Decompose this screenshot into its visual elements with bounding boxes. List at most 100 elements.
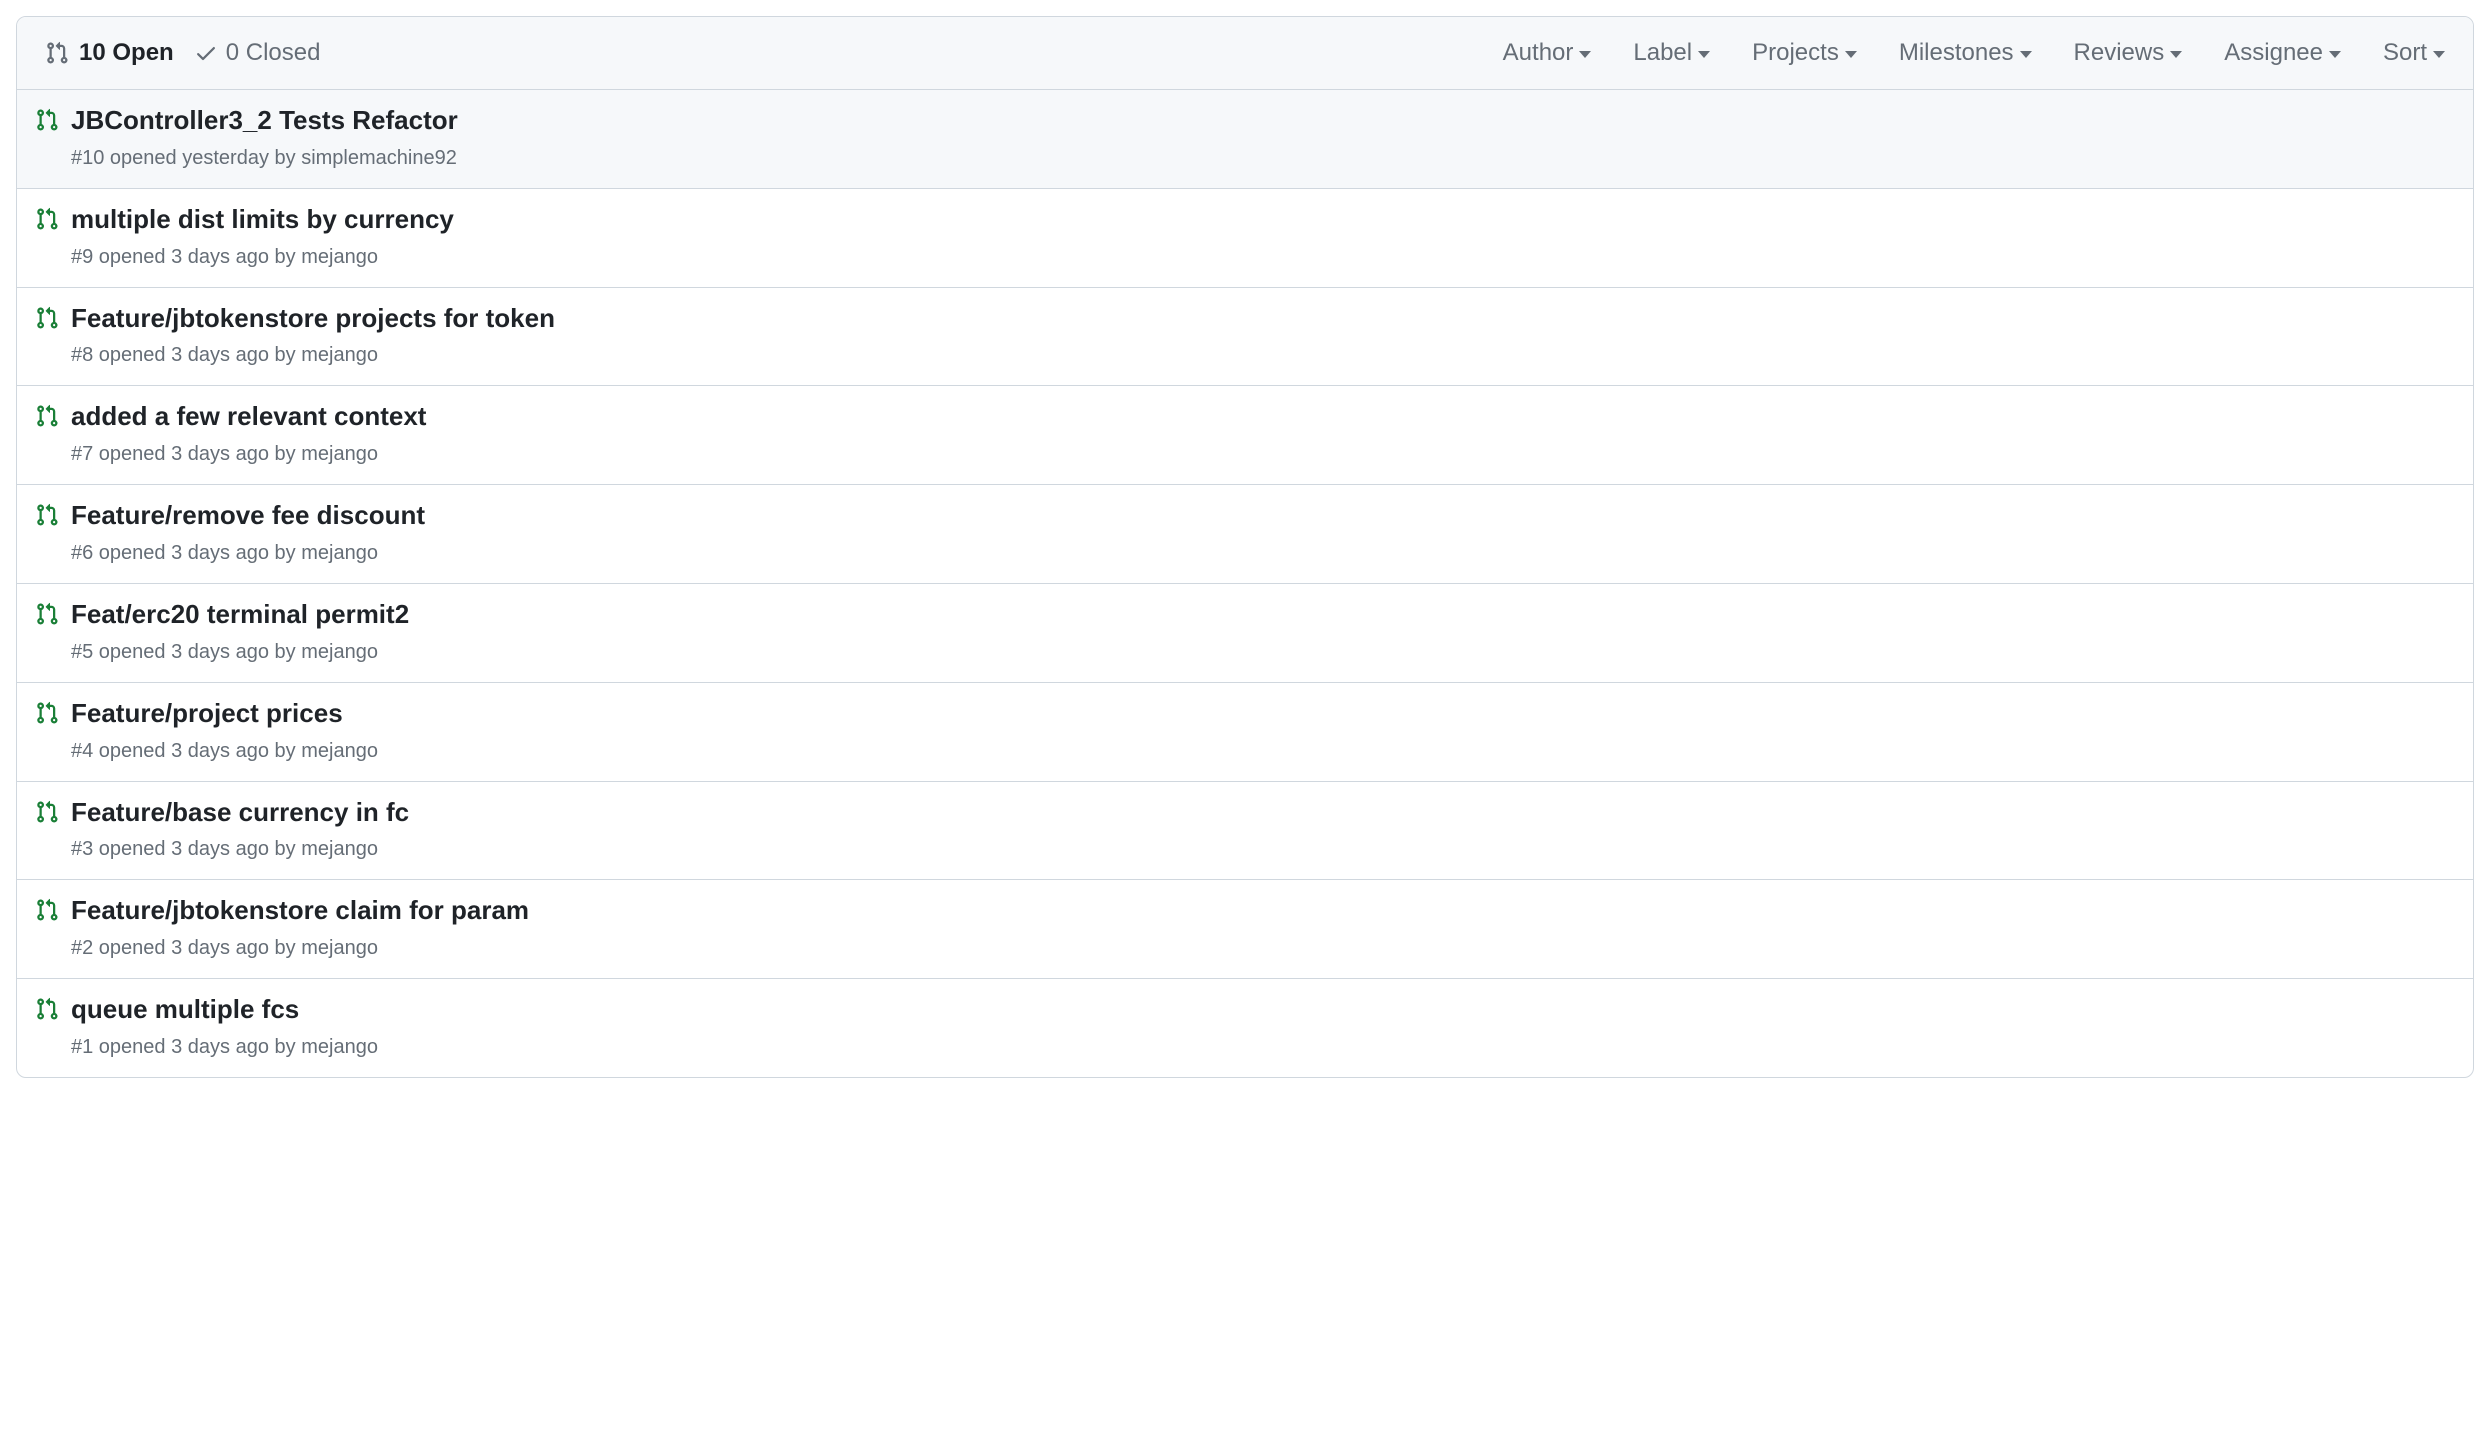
pr-title-link[interactable]: Feat/erc20 terminal permit2: [71, 599, 409, 629]
pr-number: #5: [71, 641, 93, 663]
pull-request-row[interactable]: JBController3_2 Tests Refactor #10 opened…: [17, 90, 2473, 189]
pr-number: #1: [71, 1036, 93, 1058]
pr-time: yesterday: [182, 147, 269, 169]
pr-meta: #8 opened 3 days ago by mejango: [71, 341, 2455, 369]
pr-content: Feature/remove fee discount #6 opened 3 d…: [71, 499, 2455, 567]
pr-status-icon-wrap: [35, 400, 59, 433]
filter-assignee[interactable]: Assignee: [2224, 39, 2341, 67]
pr-meta: #9 opened 3 days ago by mejango: [71, 243, 2455, 271]
pr-title-link[interactable]: queue multiple fcs: [71, 994, 299, 1024]
pull-request-row[interactable]: Feature/remove fee discount #6 opened 3 d…: [17, 485, 2473, 584]
open-prs-link[interactable]: 10 Open: [45, 39, 174, 67]
pr-content: Feature/base currency in fc #3 opened 3 d…: [71, 796, 2455, 864]
caret-down-icon: [2329, 51, 2341, 58]
pull-request-row[interactable]: Feature/project prices#4 opened 3 days a…: [17, 683, 2473, 782]
pull-request-row[interactable]: Feature/jbtokenstore claim for param #2 o…: [17, 880, 2473, 979]
git-pull-request-open-icon: [35, 800, 59, 824]
pull-request-row[interactable]: Feature/base currency in fc #3 opened 3 d…: [17, 782, 2473, 881]
filter-reviews[interactable]: Reviews: [2074, 39, 2183, 67]
pr-status-icon-wrap: [35, 894, 59, 927]
pr-number: #2: [71, 937, 93, 959]
filter-label[interactable]: Label: [1633, 39, 1710, 67]
pull-request-row[interactable]: Feature/jbtokenstore projects for token #…: [17, 288, 2473, 387]
pr-number: #6: [71, 542, 93, 564]
open-count-text: 10 Open: [79, 39, 174, 67]
pr-time: 3 days ago: [171, 542, 269, 564]
pr-status-icon-wrap: [35, 104, 59, 137]
pr-author-link[interactable]: mejango: [301, 937, 378, 959]
pr-time: 3 days ago: [171, 838, 269, 860]
git-pull-request-open-icon: [35, 306, 59, 330]
git-pull-request-open-icon: [35, 701, 59, 725]
pr-meta: #7 opened 3 days ago by mejango: [71, 440, 2455, 468]
filter-projects[interactable]: Projects: [1752, 39, 1857, 67]
caret-down-icon: [1579, 51, 1591, 58]
git-pull-request-open-icon: [35, 207, 59, 231]
caret-down-icon: [1698, 51, 1710, 58]
pr-author-link[interactable]: mejango: [301, 246, 378, 268]
pr-title-link[interactable]: multiple dist limits by currency: [71, 204, 454, 234]
pr-content: JBController3_2 Tests Refactor #10 opened…: [71, 104, 2455, 172]
pr-content: queue multiple fcs #1 opened 3 days ago b…: [71, 993, 2455, 1061]
pr-author-link[interactable]: mejango: [301, 838, 378, 860]
pr-meta: #2 opened 3 days ago by mejango: [71, 934, 2455, 962]
pr-status-icon-wrap: [35, 993, 59, 1026]
check-icon: [194, 41, 218, 65]
pr-author-link[interactable]: mejango: [301, 641, 378, 663]
pr-content: Feature/jbtokenstore projects for token #…: [71, 302, 2455, 370]
pr-time: 3 days ago: [171, 641, 269, 663]
pr-content: Feature/jbtokenstore claim for param #2 o…: [71, 894, 2455, 962]
filter-milestones[interactable]: Milestones: [1899, 39, 2032, 67]
closed-count-text: 0 Closed: [226, 39, 321, 67]
pr-title-link[interactable]: Feature/remove fee discount: [71, 500, 425, 530]
pr-meta: #1 opened 3 days ago by mejango: [71, 1033, 2455, 1061]
pr-time: 3 days ago: [171, 443, 269, 465]
filter-author[interactable]: Author: [1503, 39, 1592, 67]
pr-author-link[interactable]: mejango: [301, 443, 378, 465]
pull-request-row[interactable]: multiple dist limits by currency #9 opene…: [17, 189, 2473, 288]
git-pull-request-open-icon: [35, 503, 59, 527]
pr-time: 3 days ago: [171, 1036, 269, 1058]
pr-meta: #6 opened 3 days ago by mejango: [71, 539, 2455, 567]
pull-request-list: JBController3_2 Tests Refactor #10 opened…: [17, 90, 2473, 1077]
pr-meta: #10 opened yesterday by simplemachine92: [71, 144, 2455, 172]
pr-title-link[interactable]: added a few relevant context: [71, 401, 426, 431]
pr-author-link[interactable]: mejango: [301, 1036, 378, 1058]
pr-number: #10: [71, 147, 104, 169]
caret-down-icon: [2433, 51, 2445, 58]
pr-title-link[interactable]: Feature/jbtokenstore claim for param: [71, 895, 529, 925]
header-states: 10 Open 0 Closed: [45, 39, 320, 67]
pr-time: 3 days ago: [171, 740, 269, 762]
pr-title-link[interactable]: Feature/jbtokenstore projects for token: [71, 303, 555, 333]
pr-author-link[interactable]: mejango: [301, 740, 378, 762]
pr-status-icon-wrap: [35, 796, 59, 829]
pr-author-link[interactable]: simplemachine92: [301, 147, 457, 169]
git-pull-request-open-icon: [35, 898, 59, 922]
pull-requests-panel: 10 Open 0 Closed Author Label Projects M…: [16, 16, 2474, 1078]
pr-content: Feat/erc20 terminal permit2#5 opened 3 d…: [71, 598, 2455, 666]
pr-author-link[interactable]: mejango: [301, 542, 378, 564]
caret-down-icon: [2170, 51, 2182, 58]
filter-sort[interactable]: Sort: [2383, 39, 2445, 67]
pr-number: #4: [71, 740, 93, 762]
pr-author-link[interactable]: mejango: [301, 344, 378, 366]
pr-content: added a few relevant context #7 opened 3 …: [71, 400, 2455, 468]
pr-title-link[interactable]: JBController3_2 Tests Refactor: [71, 105, 458, 135]
pull-request-row[interactable]: added a few relevant context #7 opened 3 …: [17, 386, 2473, 485]
pr-time: 3 days ago: [171, 246, 269, 268]
pr-status-icon-wrap: [35, 203, 59, 236]
closed-prs-link[interactable]: 0 Closed: [194, 39, 321, 67]
filter-bar: Author Label Projects Milestones Reviews…: [1503, 39, 2445, 67]
pr-time: 3 days ago: [171, 344, 269, 366]
pr-content: multiple dist limits by currency #9 opene…: [71, 203, 2455, 271]
pr-status-icon-wrap: [35, 598, 59, 631]
git-pull-request-open-icon: [35, 602, 59, 626]
pr-number: #9: [71, 246, 93, 268]
git-pull-request-open-icon: [35, 108, 59, 132]
pull-request-row[interactable]: Feat/erc20 terminal permit2#5 opened 3 d…: [17, 584, 2473, 683]
pr-title-link[interactable]: Feature/project prices: [71, 698, 343, 728]
git-pull-request-open-icon: [35, 997, 59, 1021]
pull-request-row[interactable]: queue multiple fcs #1 opened 3 days ago b…: [17, 979, 2473, 1077]
pr-title-link[interactable]: Feature/base currency in fc: [71, 797, 409, 827]
pr-meta: #3 opened 3 days ago by mejango: [71, 835, 2455, 863]
